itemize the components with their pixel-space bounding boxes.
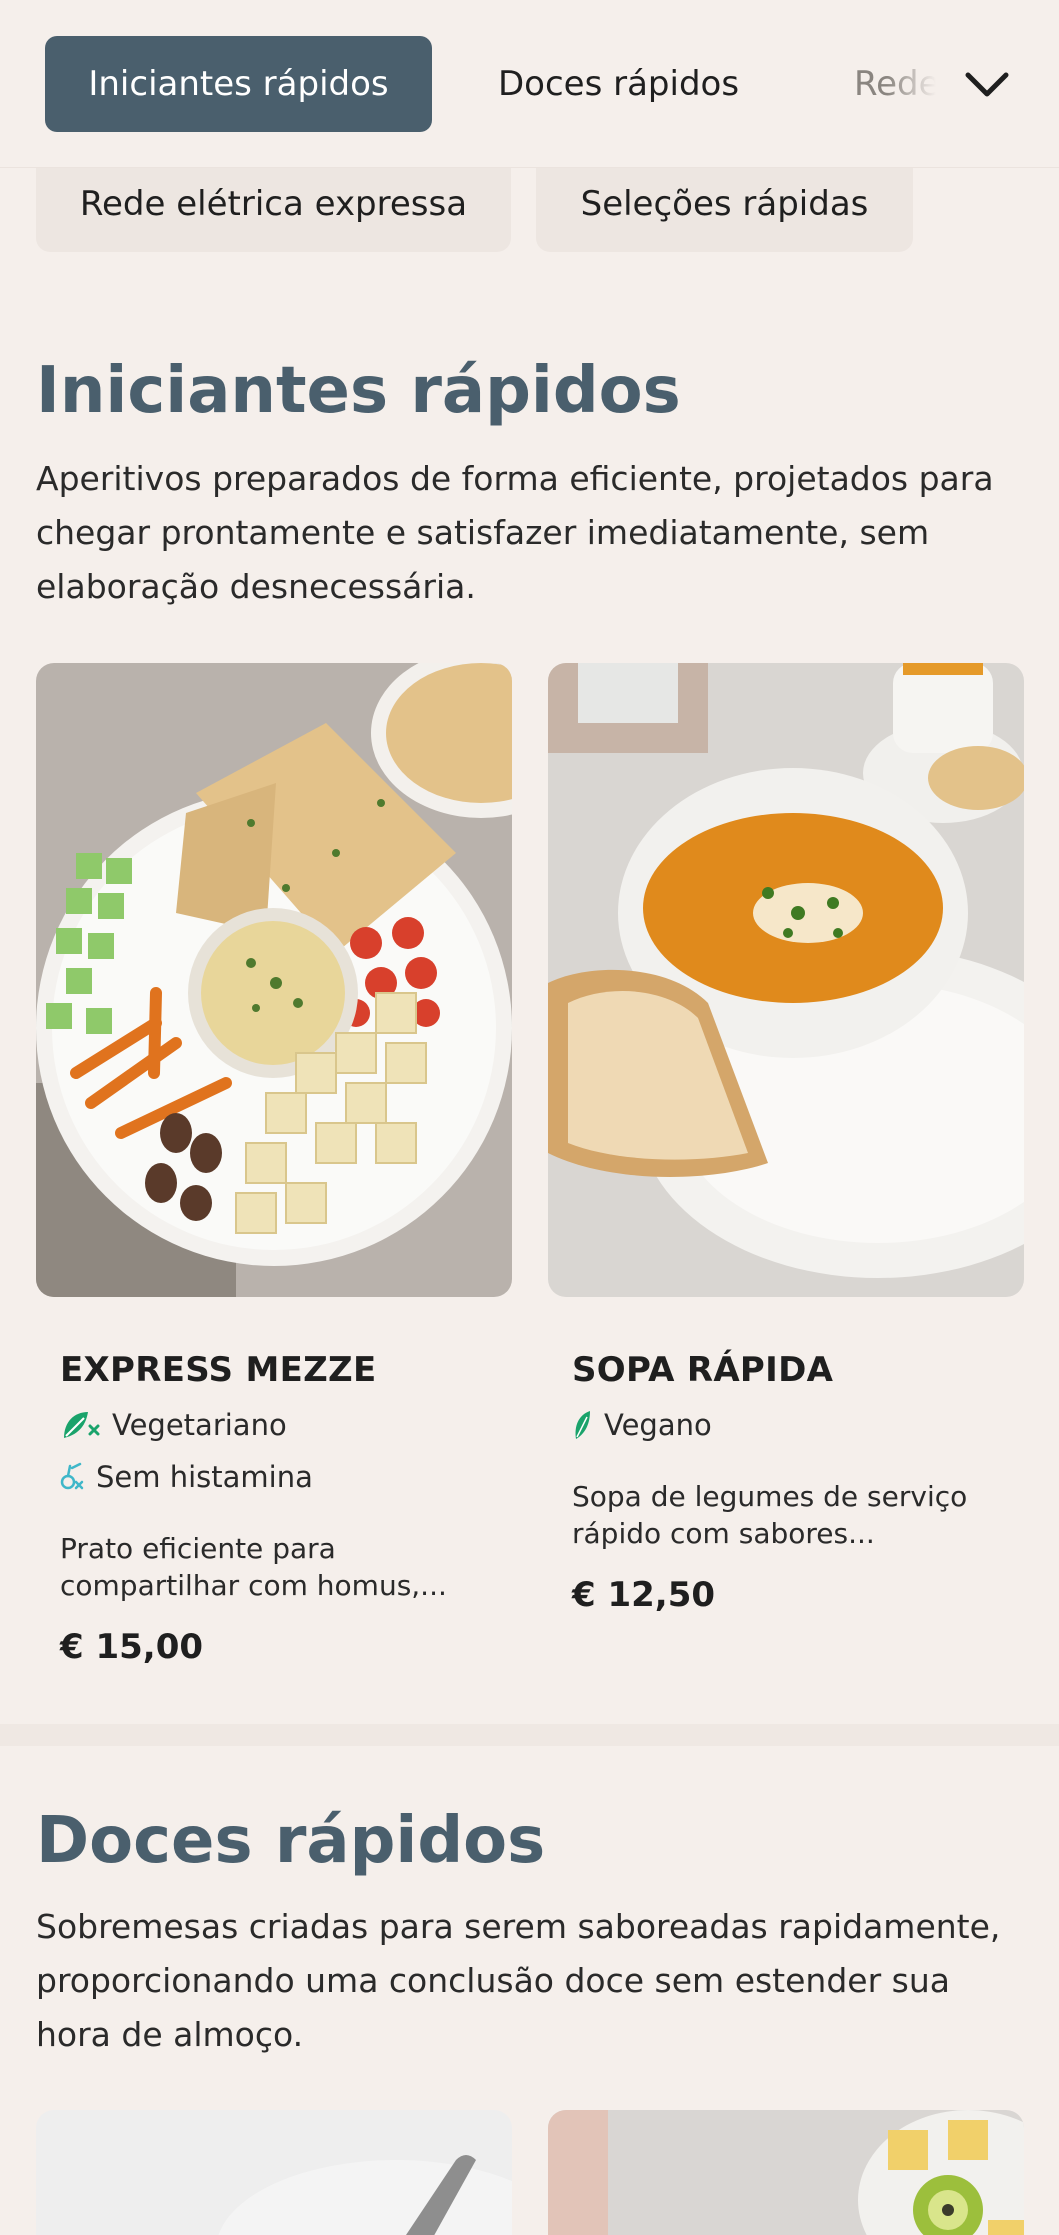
sopa-rapida-title[interactable]: SOPA RÁPIDA — [572, 1350, 833, 1390]
tag-label: Vegano — [604, 1408, 712, 1442]
section-divider — [0, 1724, 1059, 1746]
tag-label: Vegetariano — [112, 1408, 287, 1442]
express-mezze-description: Prato eficiente para compartilhar com ho… — [60, 1532, 447, 1602]
dessert-image-2[interactable] — [548, 2110, 1024, 2235]
express-mezze-title[interactable]: EXPRESS MEZZE — [60, 1350, 377, 1390]
sopa-rapida-price: € 12,50 — [572, 1575, 716, 1615]
tab-rede-eletrica-expressa[interactable]: Rede elétrica expressa — [854, 36, 936, 132]
vegan-leaf-icon — [575, 1411, 590, 1439]
chip-rede-eletrica-expressa[interactable]: Rede elétrica expressa — [36, 168, 511, 252]
tab-doces-rapidos[interactable]: Doces rápidos — [498, 36, 739, 132]
section-title-doces: Doces rápidos — [36, 1804, 546, 1878]
vegetarian-icon — [64, 1412, 100, 1438]
histamine-free-icon — [60, 1462, 84, 1490]
tag-vegetariano: Vegetariano — [60, 1408, 287, 1442]
express-mezze-price: € 15,00 — [60, 1627, 204, 1667]
dessert-image-1[interactable] — [36, 2110, 512, 2235]
section-description-doces: Sobremesas criadas para serem saboreadas… — [36, 1907, 1001, 2054]
sopa-rapida-image[interactable] — [548, 663, 1024, 1297]
section-title-iniciantes: Iniciantes rápidos — [36, 354, 681, 428]
tag-label: Sem histamina — [96, 1460, 313, 1494]
sopa-rapida-description: Sopa de legumes de serviço rápido com sa… — [572, 1480, 968, 1550]
chip-selecoes-rapidas[interactable]: Seleções rápidas — [536, 168, 913, 252]
tab-iniciantes-rapidos[interactable]: Iniciantes rápidos — [45, 36, 432, 132]
section-description-iniciantes: Aperitivos preparados de forma eficiente… — [36, 459, 994, 606]
chevron-down-icon[interactable] — [962, 60, 1012, 110]
tag-sem-histamina: Sem histamina — [60, 1460, 313, 1494]
tag-vegano: Vegano — [572, 1408, 712, 1442]
express-mezze-image[interactable] — [36, 663, 512, 1297]
category-nav: Iniciantes rápidos Doces rápidos Rede el… — [0, 0, 1059, 168]
